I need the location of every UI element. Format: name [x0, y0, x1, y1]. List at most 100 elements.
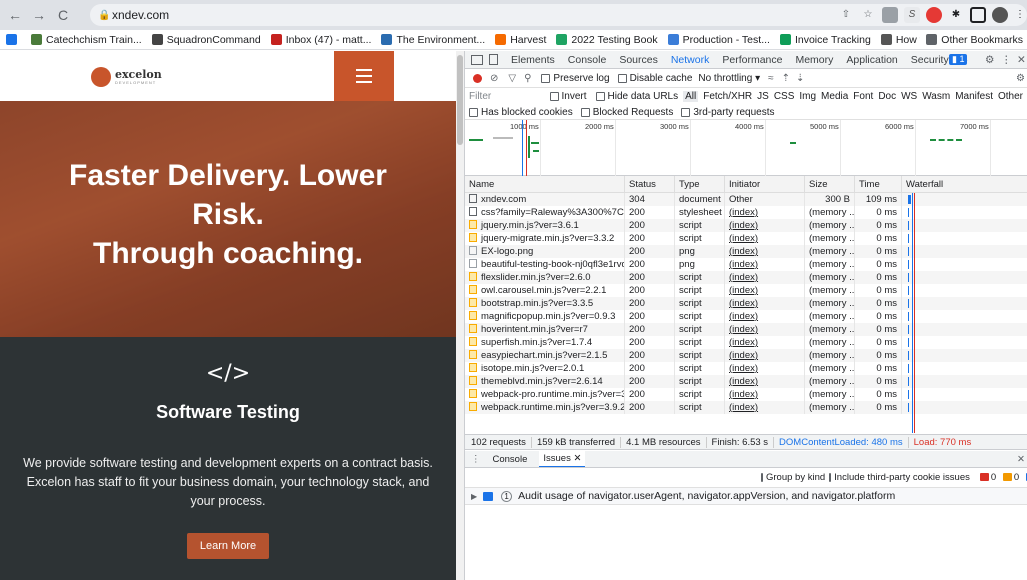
- site-logo[interactable]: excelon DEVELOPMENT: [91, 67, 162, 87]
- preserve-log-checkbox[interactable]: [541, 73, 551, 83]
- filter-option[interactable]: Img: [799, 91, 816, 102]
- filter-option[interactable]: All: [683, 91, 699, 102]
- disable-cache-checkbox[interactable]: [617, 73, 627, 83]
- request-row[interactable]: hoverintent.min.js?ver=r7 200 script (index…: [465, 323, 1027, 336]
- learn-more-button[interactable]: Learn More: [187, 533, 269, 559]
- expand-arrow-icon[interactable]: ▶: [471, 492, 477, 501]
- filter-option[interactable]: Wasm: [922, 91, 950, 102]
- cell-initiator[interactable]: Other: [725, 193, 805, 206]
- settings-gear-icon[interactable]: ⚙: [985, 54, 994, 66]
- cell-initiator[interactable]: (index): [725, 284, 805, 297]
- extension-icon[interactable]: [882, 7, 898, 23]
- devtools-tab-network[interactable]: Network: [668, 54, 711, 68]
- filter-option[interactable]: Doc: [878, 91, 896, 102]
- filter-option[interactable]: Manifest: [955, 91, 993, 102]
- back-icon[interactable]: ←: [6, 7, 24, 23]
- search-icon[interactable]: ⚲: [524, 73, 531, 84]
- request-row[interactable]: jquery.min.js?ver=3.6.1 200 script (index)(…: [465, 219, 1027, 232]
- cell-initiator[interactable]: (index): [725, 245, 805, 258]
- network-settings-icon[interactable]: ⚙: [1016, 73, 1025, 84]
- group-by-kind-checkbox[interactable]: [761, 473, 763, 482]
- column-header-name[interactable]: Name: [465, 176, 625, 193]
- filter-option[interactable]: Invert: [562, 91, 587, 102]
- reload-icon[interactable]: C: [54, 7, 72, 23]
- export-har-icon[interactable]: ⇣: [796, 73, 804, 84]
- request-row[interactable]: isotope.min.js?ver=2.0.1 200 script (index)…: [465, 362, 1027, 375]
- record-icon[interactable]: [473, 73, 482, 83]
- cell-initiator[interactable]: (index): [725, 297, 805, 310]
- column-header-status[interactable]: Status: [625, 176, 675, 193]
- filter-option[interactable]: Font: [853, 91, 873, 102]
- devtools-tab-console[interactable]: Console: [568, 54, 607, 66]
- puzzle-icon[interactable]: ✱: [948, 7, 964, 23]
- issues-badge[interactable]: ▮ 1: [949, 54, 968, 65]
- profile-avatar[interactable]: [992, 7, 1008, 23]
- cell-initiator[interactable]: (index): [725, 232, 805, 245]
- devtools-tab-elements[interactable]: Elements: [511, 54, 555, 66]
- request-row[interactable]: xndev.com 304 document Other 300 B 109 ms: [465, 193, 1027, 206]
- filter-checkbox[interactable]: [549, 92, 559, 101]
- other-bookmarks[interactable]: Other Bookmarks: [920, 33, 1023, 46]
- filter-option[interactable]: CSS: [774, 91, 795, 102]
- bookmark-item[interactable]: Harvest: [495, 34, 546, 46]
- filter-option[interactable]: Other: [998, 91, 1023, 102]
- bookmark-item[interactable]: Inbox (47) - matt...: [270, 34, 371, 46]
- filter-checkbox[interactable]: [595, 92, 605, 101]
- filter-option[interactable]: Fetch/XHR: [703, 91, 752, 102]
- cell-initiator[interactable]: (index): [725, 401, 805, 414]
- request-row[interactable]: webpack-pro.runtime.min.js?ver=3.9.2200s…: [465, 388, 1027, 401]
- cell-initiator[interactable]: (index): [725, 362, 805, 375]
- bookmark-item[interactable]: Invoice Tracking: [779, 34, 871, 46]
- cell-initiator[interactable]: (index): [725, 258, 805, 271]
- request-row[interactable]: superfish.min.js?ver=1.7.4 200 script (inde…: [465, 336, 1027, 349]
- devtools-tab-performance[interactable]: Performance: [722, 54, 782, 66]
- bookmark-item[interactable]: 2022 Testing Book: [556, 34, 658, 46]
- cell-initiator[interactable]: (index): [725, 271, 805, 284]
- filter-icon[interactable]: ▽: [508, 73, 516, 84]
- request-row[interactable]: owl.carousel.min.js?ver=2.2.1 200 script (i…: [465, 284, 1027, 297]
- network-conditions-icon[interactable]: ≈: [768, 73, 774, 84]
- column-header-type[interactable]: Type: [675, 176, 725, 193]
- request-row[interactable]: bootstrap.min.js?ver=3.3.5 200 script (inde…: [465, 297, 1027, 310]
- cell-initiator[interactable]: (index): [725, 336, 805, 349]
- column-header-initiator[interactable]: Initiator: [725, 176, 805, 193]
- more-options-icon[interactable]: ⋮: [1001, 54, 1012, 66]
- drawer-tab-issues[interactable]: Issues ✕: [539, 451, 586, 467]
- throttling-select[interactable]: No throttling ▾: [698, 73, 760, 84]
- request-row[interactable]: EX-logo.png 200 png (index) (memory ... 0 ms: [465, 245, 1027, 258]
- bookmark-item[interactable]: The Environment...: [381, 34, 485, 46]
- drawer-tab-console[interactable]: Console: [493, 454, 528, 465]
- column-header-size[interactable]: Size: [805, 176, 855, 193]
- request-row[interactable]: beautiful-testing-book-nj0qfl3e1rvdph...…: [465, 258, 1027, 271]
- column-header-waterfall[interactable]: Waterfall: [902, 176, 1027, 193]
- bookmark-item[interactable]: Production - Test...: [667, 34, 770, 46]
- cell-initiator[interactable]: (index): [725, 349, 805, 362]
- cell-initiator[interactable]: (index): [725, 219, 805, 232]
- import-har-icon[interactable]: ⇡: [782, 73, 790, 84]
- request-row[interactable]: magnificpopup.min.js?ver=0.9.3 200 script(…: [465, 310, 1027, 323]
- devtools-tab-sources[interactable]: Sources: [619, 54, 658, 66]
- page-scrollbar[interactable]: [456, 51, 464, 580]
- filter-checkbox[interactable]: [681, 107, 691, 117]
- column-header-time[interactable]: Time: [855, 176, 902, 193]
- drawer-menu-icon[interactable]: ⋮: [471, 454, 481, 465]
- bookmark-item[interactable]: SquadronCommand: [151, 34, 261, 46]
- hamburger-menu-button[interactable]: [334, 51, 394, 101]
- devtools-tab-memory[interactable]: Memory: [795, 54, 833, 66]
- filter-option[interactable]: WS: [901, 91, 917, 102]
- scrollbar-thumb[interactable]: [457, 55, 463, 145]
- cell-initiator[interactable]: (index): [725, 388, 805, 401]
- share-icon[interactable]: ⇧: [838, 7, 854, 23]
- request-row[interactable]: flexslider.min.js?ver=2.6.0 200 script (ind…: [465, 271, 1027, 284]
- close-tab-icon[interactable]: ✕: [573, 453, 581, 464]
- close-drawer-icon[interactable]: ✕: [1017, 454, 1025, 465]
- devtools-tab-security[interactable]: Security: [911, 54, 949, 66]
- filter-input[interactable]: Filter: [469, 91, 546, 102]
- request-row[interactable]: css?family=Raleway%3A300%7CMo...200style…: [465, 206, 1027, 219]
- menu-kebab-icon[interactable]: ⋮: [1012, 7, 1027, 23]
- bookmark-star-icon[interactable]: ☆: [860, 7, 876, 23]
- bookmark-item[interactable]: Catechchism Train...: [31, 34, 142, 46]
- request-row[interactable]: webpack.runtime.min.js?ver=3.9.2 200 scrip…: [465, 401, 1027, 414]
- third-party-checkbox[interactable]: [829, 473, 832, 482]
- issue-row[interactable]: ▶ 1 Audit usage of navigator.userAgent, …: [465, 488, 1027, 505]
